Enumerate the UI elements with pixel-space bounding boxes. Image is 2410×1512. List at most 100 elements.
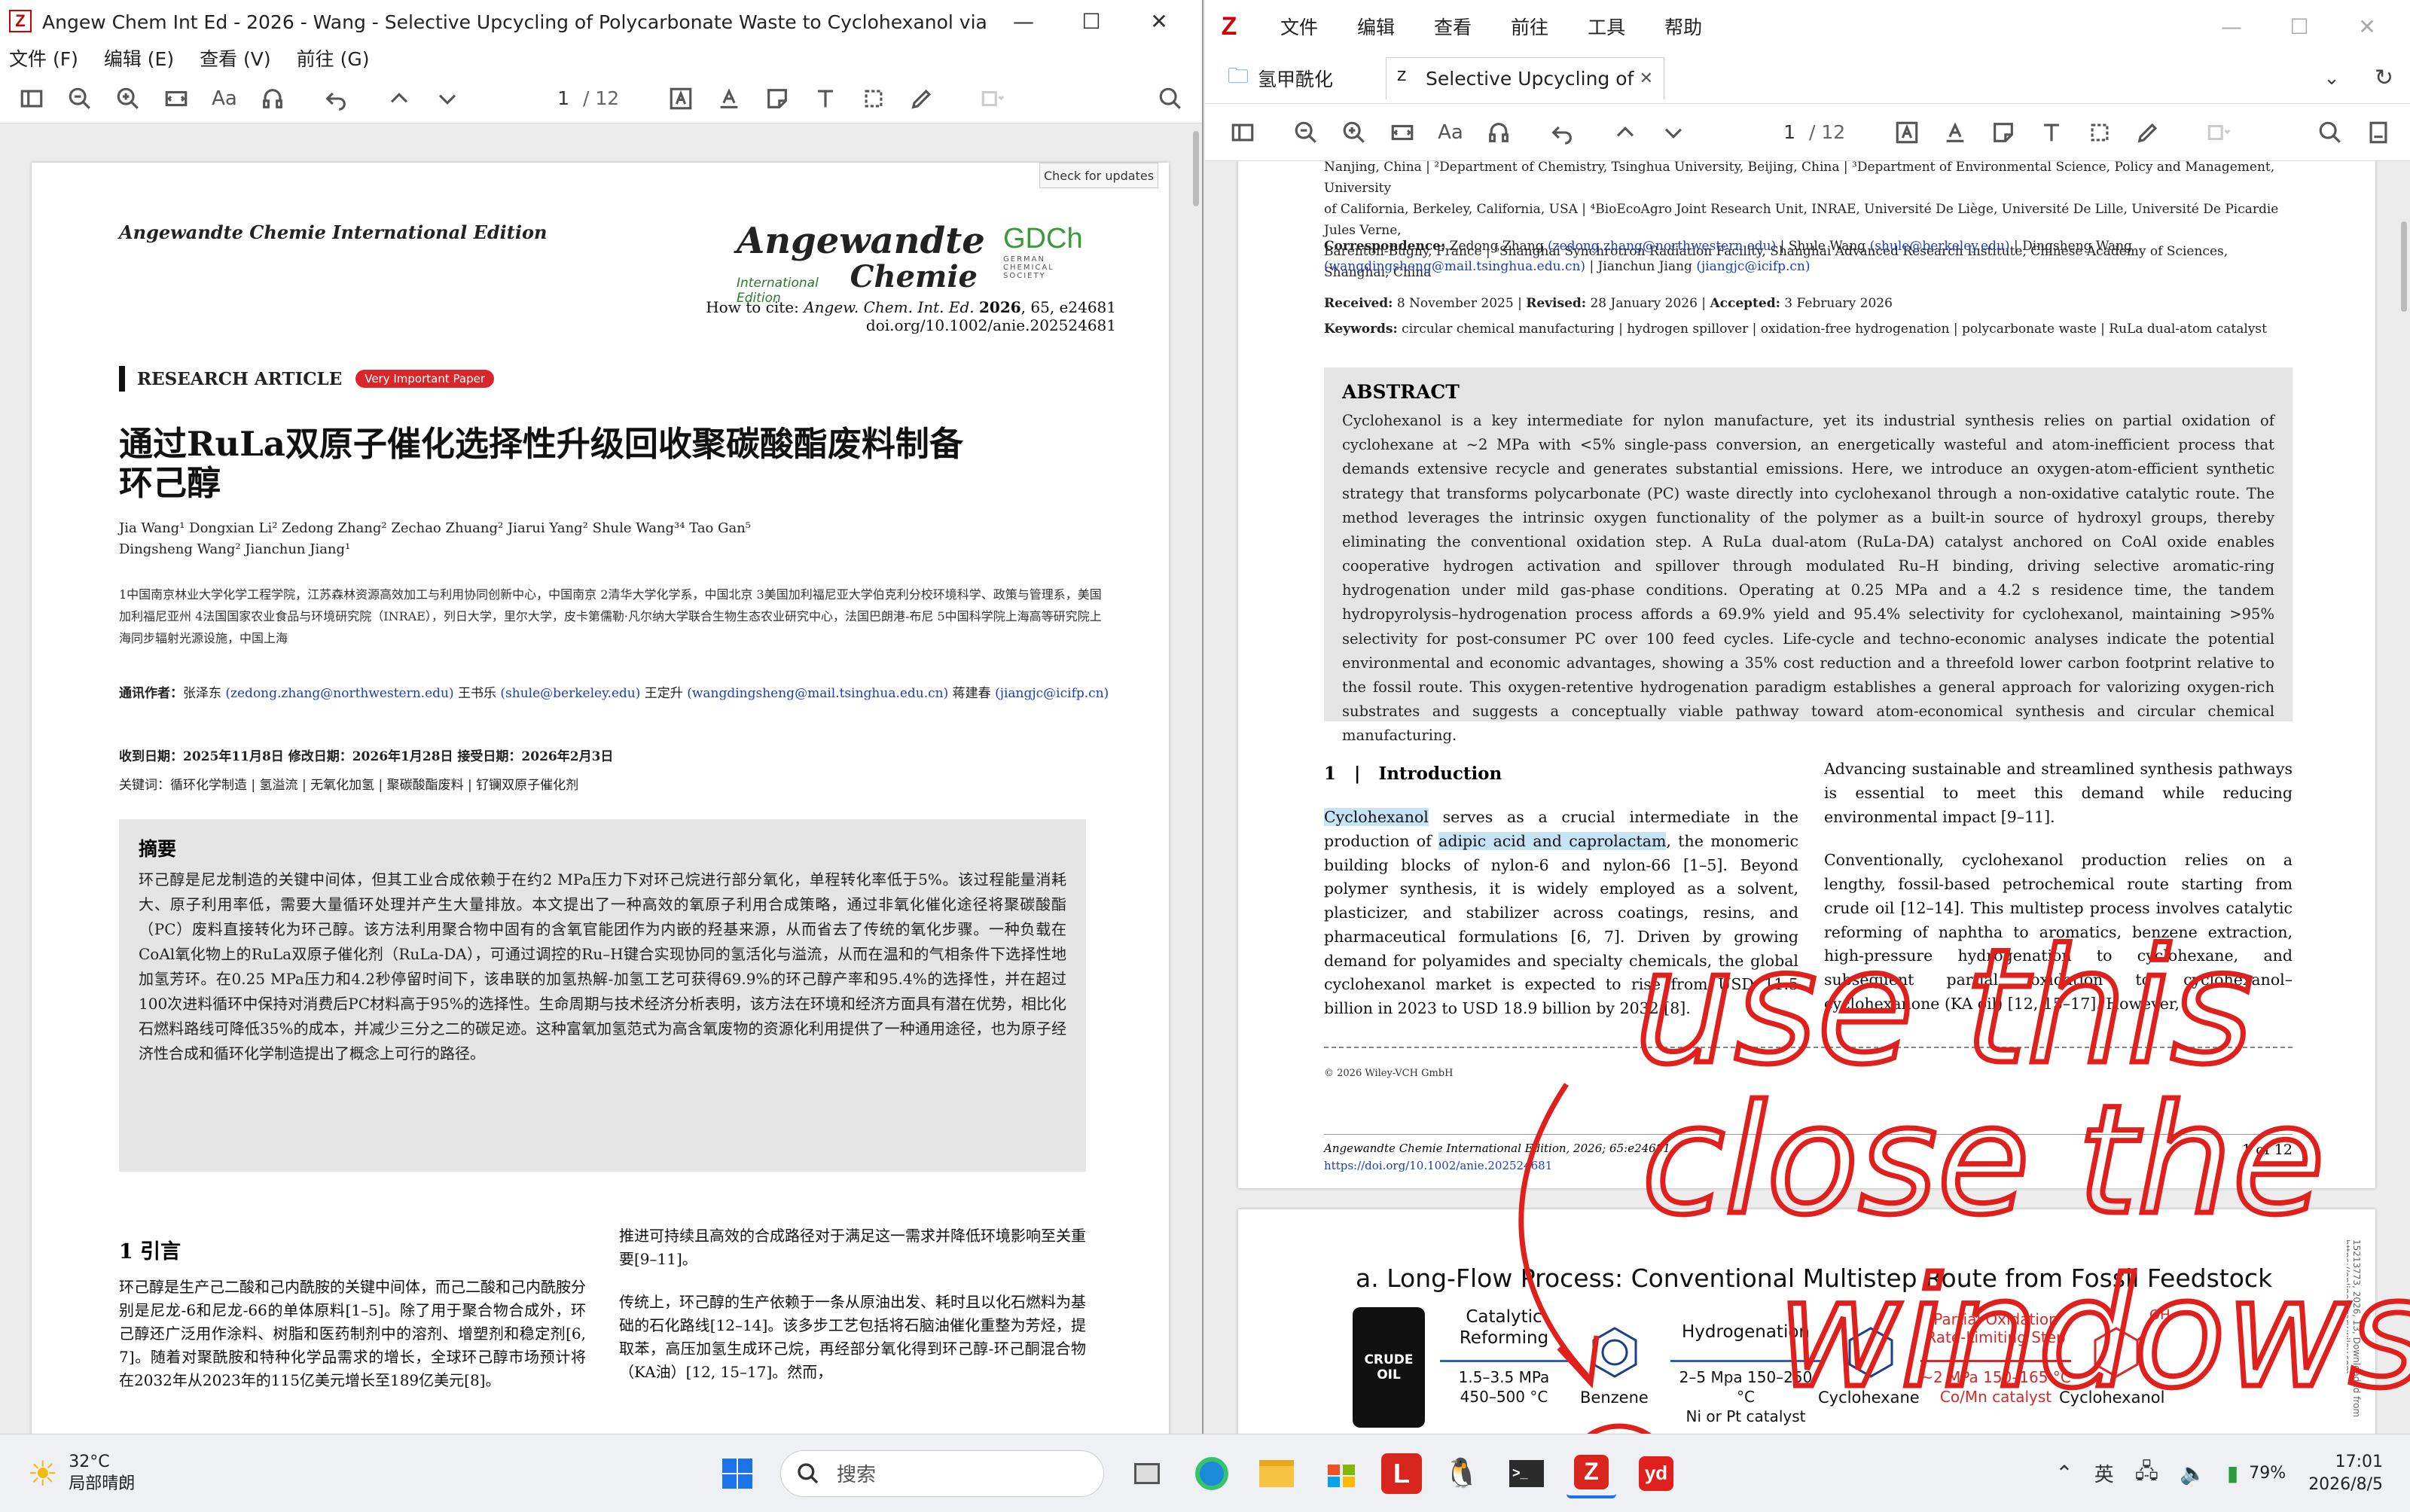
highlight-text-icon[interactable] [664,82,697,115]
draw-icon[interactable] [2131,116,2164,149]
weather-widget[interactable]: ☀ 32°C 局部晴朗 [27,1452,479,1495]
menu-tools[interactable]: 工具 [1588,13,1625,40]
next-page-icon[interactable] [431,82,464,115]
tabs-dropdown-icon[interactable]: ⌄ [2323,67,2340,90]
search-icon[interactable] [1154,82,1187,115]
sidebar-toggle-icon[interactable] [15,82,48,115]
taskbar-search-box[interactable]: 搜索 [780,1450,1104,1497]
terminal-icon[interactable]: >_ [1502,1449,1551,1498]
battery-icon[interactable]: ▮ [2227,1461,2238,1486]
zoom-out-icon[interactable] [63,82,96,115]
menu-edit[interactable]: 编辑 [1357,13,1395,40]
folder-icon: 🗀 [1228,62,1249,88]
highlight-annotation[interactable]: Cyclohexanol [1324,808,1429,826]
menu-file[interactable]: 文件 [1280,13,1318,40]
tab-library[interactable]: 氢甲酰化 [1258,65,1333,92]
zoom-in-icon[interactable] [1338,116,1371,149]
close-tab-icon[interactable]: ✕ [1640,69,1653,88]
how-to-cite: How to cite: Angew. Chem. Int. Ed. 2026,… [706,298,1116,334]
affiliations: 1中国南京林业大学化学工程学院，江苏森林资源高效加工与利用协同创新中心，中国南京… [119,587,1102,645]
ime-indicator[interactable]: 英 [2094,1459,2114,1487]
right-pdf-page-2: a. Long-Flow Process: Conventional Multi… [1238,1209,2375,1434]
download-sidenote: 15213773, 2026, 13, Downloaded from http… [2347,1239,2362,1418]
right-titlebar[interactable]: Z 文件 编辑 查看 前往 工具 帮助 — ☐ ✕ [1205,0,2410,53]
zoom-in-icon[interactable] [111,82,145,115]
network-icon[interactable]: 🖧 [2135,1456,2158,1492]
font-size-icon[interactable]: Aa [1434,116,1467,149]
next-page-icon[interactable] [1657,116,1690,149]
undo-icon[interactable] [319,82,352,115]
fit-width-icon[interactable] [160,82,193,115]
text-tool-icon[interactable] [2035,116,2068,149]
edge-browser-icon[interactable] [1187,1449,1237,1498]
page-number-input[interactable]: 1 [502,82,577,115]
menu-view[interactable]: 查看 (V) [200,44,271,72]
page-number-input[interactable]: 1 [1728,116,1803,149]
left-titlebar[interactable]: Z Angew Chem Int Ed - 2026 - Wang - Sele… [0,0,1202,42]
color-picker-icon[interactable] [976,82,1009,115]
task-view-icon[interactable] [1122,1449,1172,1498]
note-icon[interactable] [761,82,794,115]
note-icon[interactable] [1987,116,2020,149]
step3-conditions: ~2 MPa 150–165 °C Co/Mn catalyst [1920,1368,2071,1406]
minimize-button[interactable]: — [2198,5,2265,47]
correspondence: 通讯作者：张泽东 (zedong.zhang@northwestern.edu)… [119,686,1109,701]
color-picker-icon[interactable] [2202,116,2235,149]
close-button[interactable]: ✕ [1125,0,1193,42]
context-pane-icon[interactable] [2362,116,2395,149]
file-explorer-icon[interactable] [1252,1449,1301,1498]
left-scrollbar-thumb[interactable] [1193,131,1199,206]
maximize-button[interactable]: ☐ [1057,0,1125,42]
menu-edit[interactable]: 编辑 (E) [104,44,174,72]
font-size-icon[interactable]: Aa [208,82,241,115]
microsoft-store-icon[interactable] [1316,1449,1366,1498]
minimize-button[interactable]: — [990,0,1057,42]
qq-penguin-icon[interactable]: 🐧 [1437,1449,1487,1498]
intro-col1-zh: 环己醇是生产己二酸和己内酰胺的关键中间体，而己二酸和己内酰胺分别是尼龙-6和尼龙… [119,1278,586,1389]
l-app-icon[interactable]: L [1381,1453,1422,1494]
cyclohexanol-structure [2086,1322,2147,1382]
highlight-text-icon[interactable] [1890,116,1923,149]
right-document-area[interactable]: Nanjing, China | ²Department of Chemistr… [1205,161,2410,1434]
check-updates-badge[interactable]: Check for updates [1039,163,1158,188]
underline-text-icon[interactable] [1939,116,1972,149]
menu-help[interactable]: 帮助 [1664,13,1702,40]
maximize-button[interactable]: ☐ [2265,5,2333,47]
step1-arrow [1440,1360,1568,1362]
windows-start-icon[interactable] [712,1449,762,1498]
youdao-icon[interactable]: yd [1631,1449,1681,1498]
text-tool-icon[interactable] [809,82,842,115]
area-select-icon[interactable] [2083,116,2116,149]
volume-icon[interactable]: 🔈 [2180,1461,2206,1486]
sync-icon[interactable]: ↻ [2375,65,2393,91]
search-icon[interactable] [2314,116,2347,149]
read-aloud-icon[interactable] [256,82,289,115]
previous-page-icon[interactable] [1609,116,1642,149]
system-tray: ⌃ 英 🖧 🔈 ▮ 79% 17:01 2026/8/5 [2045,1451,2383,1495]
sidebar-toggle-icon[interactable] [1226,116,1259,149]
undo-icon[interactable] [1545,116,1579,149]
tray-overflow-icon[interactable]: ⌃ [2055,1461,2073,1486]
abstract-heading-en: ABSTRACT [1342,381,1460,403]
zoom-out-icon[interactable] [1289,116,1322,149]
taskbar-apps: 搜索 L 🐧 >_ Z yd [705,1449,1689,1498]
menu-view[interactable]: 查看 [1434,13,1472,40]
previous-page-icon[interactable] [383,82,416,115]
read-aloud-icon[interactable] [1482,116,1515,149]
menu-go[interactable]: 前往 (G) [297,44,370,72]
crude-oil-barrel: CRUDE OIL [1353,1307,1425,1428]
draw-icon[interactable] [905,82,938,115]
left-document-area[interactable]: Check for updates Angewandte Chemie Inte… [0,123,1202,1434]
highlight-annotation[interactable]: adipic acid and caprolactam [1438,831,1667,850]
zotero-taskbar-icon[interactable]: Z [1566,1449,1616,1498]
clock[interactable]: 17:01 2026/8/5 [2308,1451,2383,1495]
menu-file[interactable]: 文件 (F) [9,44,78,72]
fit-width-icon[interactable] [1386,116,1419,149]
close-button[interactable]: ✕ [2333,5,2401,47]
tab-document[interactable]: Z Selective Upcycling of P ✕ [1386,56,1665,99]
keywords-en: Keywords: circular chemical manufacturin… [1324,322,2267,337]
underline-text-icon[interactable] [712,82,746,115]
area-select-icon[interactable] [857,82,890,115]
menu-go[interactable]: 前往 [1511,13,1548,40]
right-scrollbar-thumb[interactable] [2401,221,2407,312]
